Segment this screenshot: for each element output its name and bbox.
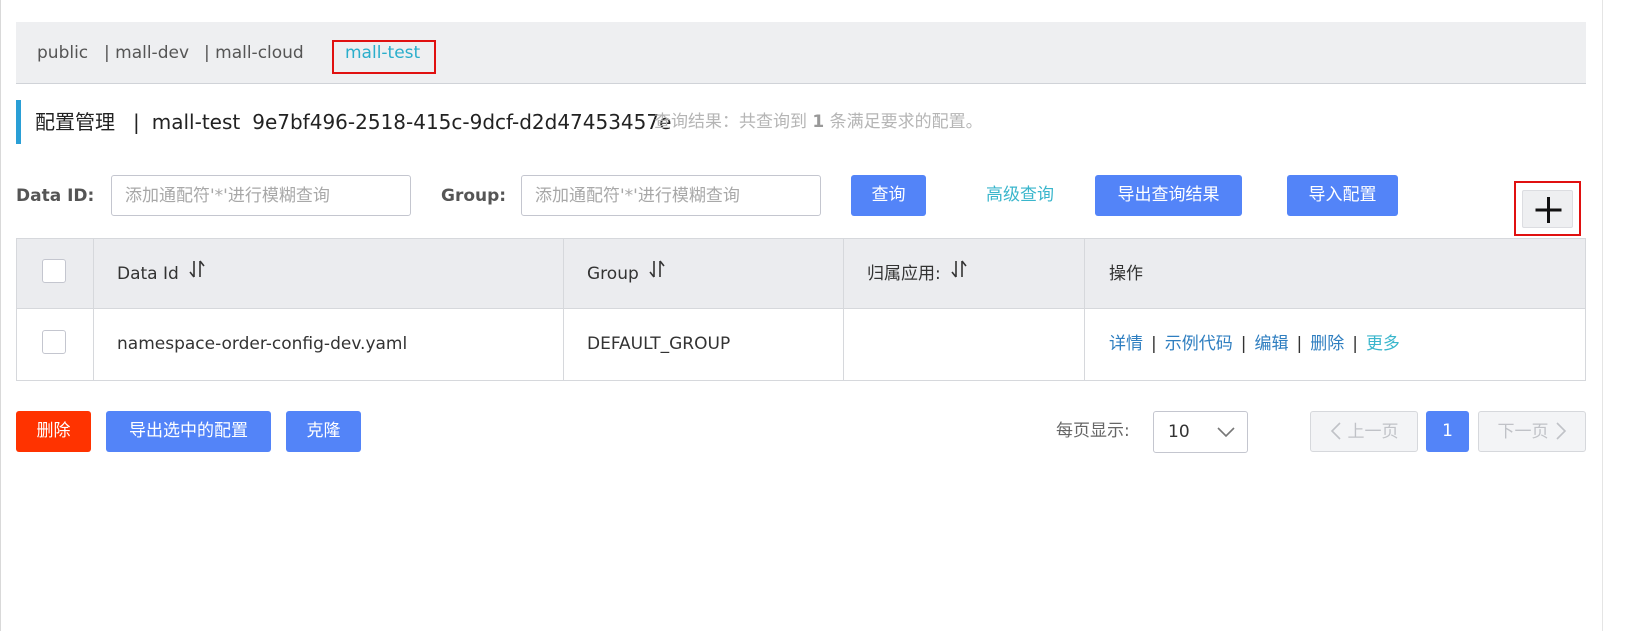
add-config-button[interactable] (1522, 190, 1573, 228)
advanced-query-link[interactable]: 高级查询 (986, 175, 1054, 216)
column-divider (93, 239, 94, 380)
cell-actions: 详情 | 示例代码 | 编辑 | 删除 | 更多 (1109, 309, 1400, 380)
chevron-left-icon (1330, 422, 1348, 442)
sort-icon[interactable] (189, 239, 205, 309)
next-page-label: 下一页 (1497, 422, 1549, 442)
column-header-app[interactable]: 归属应用: (867, 239, 967, 309)
plus-icon (1535, 197, 1562, 223)
op-separator: | (1240, 334, 1247, 354)
op-separator: | (1296, 334, 1303, 354)
column-header-label: 归属应用: (867, 264, 941, 284)
delete-link[interactable]: 删除 (1310, 334, 1344, 354)
add-config-highlight (1514, 181, 1581, 236)
column-header-label: Data Id (117, 264, 179, 284)
namespace-tab-public[interactable]: public (37, 22, 88, 84)
page-number-1[interactable]: 1 (1426, 411, 1469, 452)
next-page-button[interactable]: 下一页 (1478, 411, 1586, 452)
group-input[interactable] (521, 175, 821, 216)
page-title: 配置管理 | mall-test 9e7bf496-2518-415c-9dcf-d2… (35, 100, 677, 144)
page: public | mall-dev | mall-cloud mall-test… (0, 0, 1626, 631)
column-divider (843, 239, 844, 380)
cell-data-id: namespace-order-config-dev.yaml (117, 334, 408, 354)
chevron-right-icon (1549, 422, 1567, 442)
import-config-button[interactable]: 导入配置 (1287, 175, 1398, 216)
data-id-label: Data ID: (16, 186, 95, 206)
active-namespace-highlight (332, 40, 436, 74)
page-size-select[interactable]: 10 (1153, 411, 1248, 453)
column-header-label: Group (587, 264, 639, 284)
prev-page-button[interactable]: 上一页 (1310, 411, 1418, 452)
export-selected-button[interactable]: 导出选中的配置 (106, 411, 271, 452)
sort-icon[interactable] (951, 239, 967, 309)
op-separator: | (1151, 334, 1157, 354)
column-divider (563, 239, 564, 380)
result-count: 1 (812, 112, 825, 132)
title-namespace-name: mall-test (151, 110, 241, 134)
title-separator: | (133, 110, 140, 134)
title-accent-bar (16, 100, 21, 144)
page-size-label: 每页显示: (1056, 421, 1130, 441)
page-left-border (0, 0, 1, 631)
delete-button[interactable]: 删除 (16, 411, 91, 452)
table-header (17, 239, 1585, 309)
group-label: Group: (441, 186, 507, 206)
column-header-data-id[interactable]: Data Id (117, 239, 205, 309)
sample-code-link[interactable]: 示例代码 (1165, 334, 1233, 354)
edit-link[interactable]: 编辑 (1254, 334, 1288, 354)
data-id-input[interactable] (111, 175, 411, 216)
export-results-button[interactable]: 导出查询结果 (1095, 175, 1242, 216)
cell-group: DEFAULT_GROUP (587, 334, 731, 354)
query-result-summary: 查询结果：共查询到 1 条满足要求的配置。 (654, 100, 983, 144)
namespace-tab-mall-cloud[interactable]: | mall-cloud (204, 22, 304, 84)
title-label: 配置管理 (35, 110, 115, 134)
op-separator: | (1352, 334, 1358, 354)
row-checkbox[interactable] (42, 330, 66, 354)
chevron-down-icon (1217, 424, 1235, 445)
column-divider (1084, 239, 1085, 380)
query-button[interactable]: 查询 (851, 175, 926, 216)
column-header-actions: 操作 (1109, 264, 1143, 284)
result-suffix: 条满足要求的配置。 (829, 112, 983, 132)
result-prefix: 查询结果：共查询到 (654, 112, 807, 132)
title-namespace-id: 9e7bf496-2518-415c-9dcf-d2d47453457e (252, 110, 672, 134)
clone-button[interactable]: 克隆 (286, 411, 361, 452)
namespace-bar: public | mall-dev | mall-cloud mall-test (16, 22, 1586, 84)
prev-page-label: 上一页 (1347, 422, 1399, 442)
sort-icon[interactable] (649, 239, 665, 309)
namespace-tab-mall-dev[interactable]: | mall-dev (104, 22, 189, 84)
column-header-group[interactable]: Group (587, 239, 665, 309)
details-link[interactable]: 详情 (1109, 334, 1143, 354)
select-all-checkbox[interactable] (42, 259, 66, 283)
vertical-scrollbar[interactable] (1602, 0, 1626, 631)
config-table: Data Id Group 归属应用: 操作 namespace-order-c… (16, 238, 1586, 381)
page-size-value: 10 (1168, 422, 1190, 442)
more-link[interactable]: 更多 (1366, 334, 1400, 354)
